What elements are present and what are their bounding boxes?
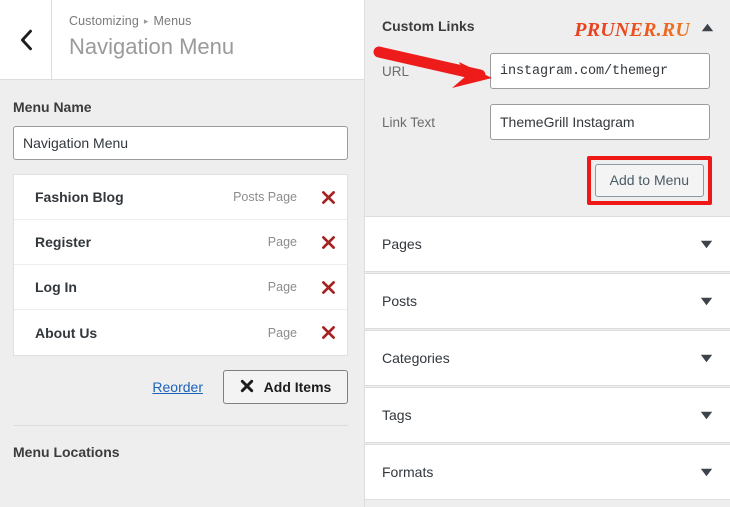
menu-item-title: Register xyxy=(35,234,92,250)
panel-header: Customizing ▸ Menus Navigation Menu xyxy=(0,0,364,80)
chevron-left-icon xyxy=(19,29,33,51)
add-items-button[interactable]: Add Items xyxy=(223,370,348,404)
breadcrumb-root[interactable]: Customizing xyxy=(69,14,139,28)
panel-body: Menu Name Fashion Blog Posts Page Regist… xyxy=(0,80,364,462)
custom-links-header[interactable]: Custom Links PRUNER.RU xyxy=(365,0,730,52)
menu-item-type: Page xyxy=(267,280,297,294)
add-to-menu-label: Add to Menu xyxy=(609,172,689,188)
breadcrumb-separator-icon: ▸ xyxy=(143,16,149,26)
menu-items-list: Fashion Blog Posts Page Register Page Lo… xyxy=(13,174,348,356)
breadcrumb-current[interactable]: Menus xyxy=(154,14,192,28)
available-item-type-list: Pages Posts Categories Tags Formats xyxy=(365,216,730,500)
available-items-panel: Custom Links PRUNER.RU URL Link Text xyxy=(365,0,730,507)
chevron-down-icon xyxy=(698,354,714,363)
close-x-icon[interactable] xyxy=(313,235,343,250)
menu-name-label: Menu Name xyxy=(13,99,92,115)
url-input[interactable] xyxy=(490,53,710,89)
customizer-menu-panel: Customizing ▸ Menus Navigation Menu Menu N… xyxy=(0,0,365,507)
accordion-categories[interactable]: Categories xyxy=(365,330,730,386)
accordion-posts[interactable]: Posts xyxy=(365,273,730,329)
menu-item-row[interactable]: Fashion Blog Posts Page xyxy=(14,175,347,220)
red-highlight-box: Add to Menu xyxy=(586,155,712,205)
add-to-menu-row: Add to Menu xyxy=(365,154,730,206)
link-text-label: Link Text xyxy=(382,114,436,130)
link-text-input[interactable] xyxy=(490,104,710,140)
watermark-pruner-ru: PRUNER.RU xyxy=(574,19,690,41)
link-text-field-row: Link Text xyxy=(365,103,730,141)
accordion-pages[interactable]: Pages xyxy=(365,216,730,272)
menu-item-type: Page xyxy=(267,325,297,340)
chevron-down-icon xyxy=(698,411,714,420)
wordpress-customizer-screen: Customizing ▸ Menus Navigation Menu Menu N… xyxy=(0,0,730,507)
menu-item-title: Fashion Blog xyxy=(35,189,124,205)
close-x-icon[interactable] xyxy=(313,280,343,295)
close-x-icon[interactable] xyxy=(313,325,343,340)
menu-name-input[interactable] xyxy=(13,126,348,160)
menu-item-row[interactable]: Log In Page xyxy=(14,265,347,310)
add-items-label: Add Items xyxy=(263,379,332,395)
header-titles: Customizing ▸ Menus Navigation Menu xyxy=(52,0,364,79)
menu-item-row[interactable]: Register Page xyxy=(14,220,347,265)
custom-links-section: Custom Links PRUNER.RU URL Link Text xyxy=(365,0,730,206)
close-x-icon[interactable] xyxy=(313,190,343,205)
menu-item-title: About Us xyxy=(35,324,98,341)
menu-item-row[interactable]: About Us Page xyxy=(14,310,347,355)
add-to-menu-button[interactable]: Add to Menu xyxy=(594,163,704,197)
menu-item-title: Log In xyxy=(35,279,77,295)
page-title: Navigation Menu xyxy=(69,34,235,59)
chevron-down-icon xyxy=(698,468,714,477)
chevron-down-icon xyxy=(698,297,714,306)
accordion-label: Categories xyxy=(382,350,450,366)
accordion-label: Posts xyxy=(382,293,418,309)
accordion-label: Pages xyxy=(382,236,422,252)
accordion-label: Formats xyxy=(382,464,434,480)
url-field-row: URL xyxy=(365,52,730,90)
back-button[interactable] xyxy=(0,0,52,79)
reorder-link[interactable]: Reorder xyxy=(152,379,203,395)
accordion-label: Tags xyxy=(382,407,412,423)
menu-locations-title: Menu Locations xyxy=(13,444,120,460)
menu-item-type: Page xyxy=(267,235,297,249)
chevron-up-icon[interactable] xyxy=(698,18,716,36)
menu-item-type: Posts Page xyxy=(233,190,297,204)
accordion-tags[interactable]: Tags xyxy=(365,387,730,443)
accordion-formats[interactable]: Formats xyxy=(365,444,730,500)
chevron-down-icon xyxy=(698,240,714,249)
url-label: URL xyxy=(382,63,410,79)
breadcrumb: Customizing ▸ Menus xyxy=(69,12,364,30)
menu-list-actions: Reorder Add Items xyxy=(13,370,348,404)
x-mark-icon xyxy=(240,379,254,395)
custom-links-title: Custom Links xyxy=(382,18,475,34)
